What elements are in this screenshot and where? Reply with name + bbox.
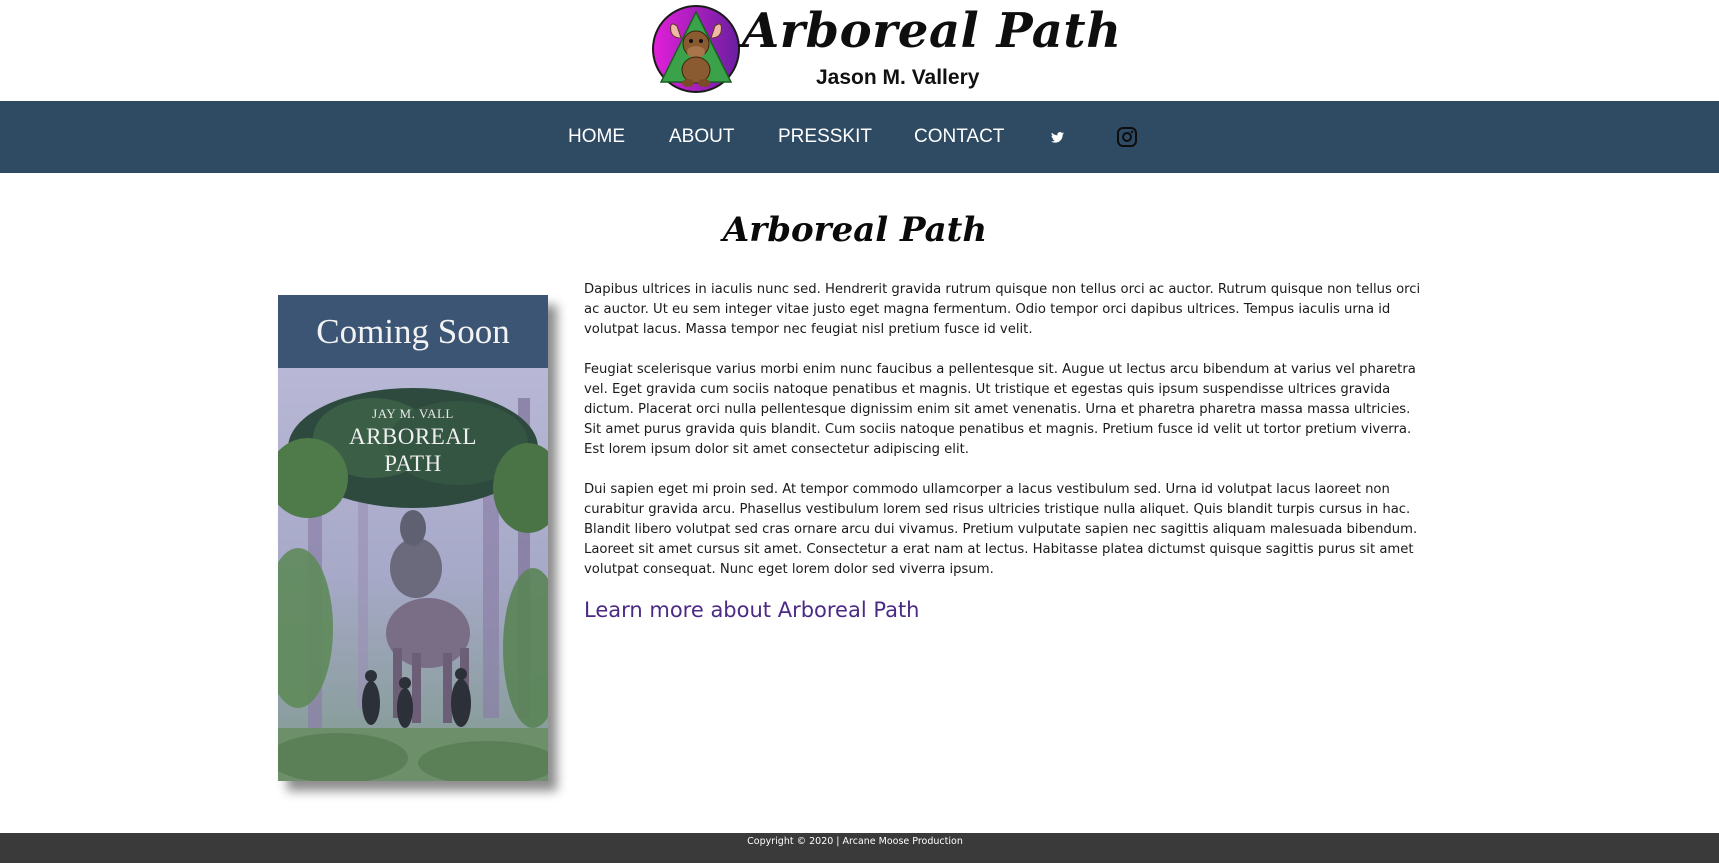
nav-contact-link[interactable]: CONTACT [914,125,1004,149]
page-title: Arboreal Path [722,210,988,250]
description-paragraph: Feugiat scelerisque varius morbi enim nu… [584,362,1416,457]
copyright-text: Copyright © 2020 | Arcane Moose Producti… [747,836,963,847]
nav-presskit-link[interactable]: PRESSKIT [778,125,872,149]
cover-title-line1: ARBOREAL [349,424,477,449]
main-nav: HOME ABOUT PRESSKIT CONTACT [0,101,1719,173]
twitter-icon[interactable] [1046,126,1068,148]
nav-about-link[interactable]: ABOUT [669,125,734,149]
instagram-icon[interactable] [1116,126,1138,148]
site-title[interactable]: Arboreal Path [742,2,1121,60]
cover-banner: Coming Soon [278,295,548,368]
book-description: Dapibus ultrices in iaculis nunc sed. He… [584,280,1429,600]
cover-banner-text: Coming Soon [316,311,510,351]
description-paragraph: Dui sapien eget mi proin sed. At tempor … [584,482,1418,577]
cover-author: JAY M. VALL [372,406,454,421]
learn-more-link[interactable]: Learn more about Arboreal Path [584,598,920,622]
book-cover-image: Coming Soon JAY M. VALL ARBOREAL PATH [278,295,548,781]
cover-title: ARBOREAL PATH [278,423,548,477]
nav-home-link[interactable]: HOME [568,125,625,149]
moose-logo-icon[interactable] [651,4,741,94]
site-header: Arboreal Path Jason M. Vallery [0,0,1719,101]
cover-title-line2: PATH [384,451,442,476]
description-paragraph: Dapibus ultrices in iaculis nunc sed. He… [584,282,1421,337]
site-author: Jason M. Vallery [816,66,980,89]
site-footer: Copyright © 2020 | Arcane Moose Producti… [0,833,1719,863]
